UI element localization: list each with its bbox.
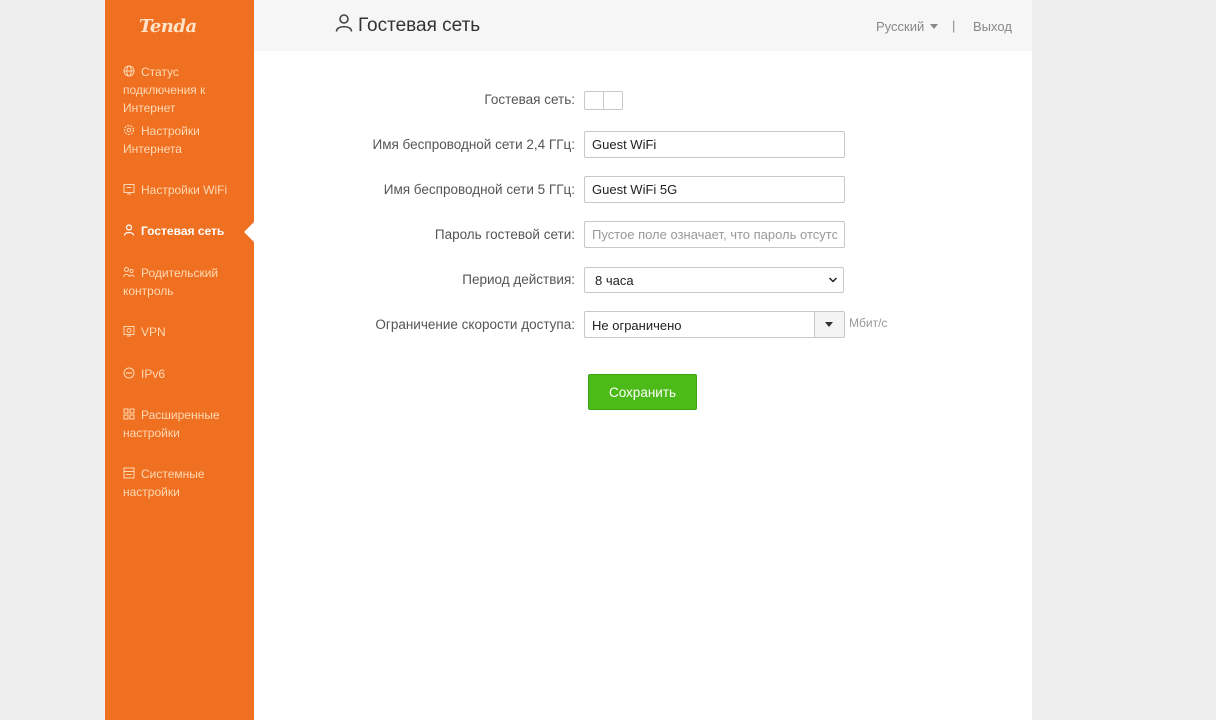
grid-icon	[123, 408, 135, 420]
ssid-5-input[interactable]	[584, 176, 845, 203]
page-title: Гостевая сеть	[334, 13, 480, 37]
parental-icon	[123, 266, 135, 278]
speed-unit: Мбит/с	[849, 316, 888, 330]
sidebar: Tenda Статус подключения к Интернет Наст…	[105, 0, 254, 720]
sidebar-item-label: Настройки WiFi	[141, 183, 228, 197]
password-label: Пароль гостевой сети:	[434, 227, 575, 242]
page-header: Гостевая сеть Русский | Выход	[254, 0, 1032, 51]
sidebar-item-label: Расширенные настройки	[123, 408, 220, 440]
settings-icon	[123, 124, 135, 136]
guest-password-input[interactable]	[584, 221, 845, 248]
ssid-5-label: Имя беспроводной сети 5 ГГц:	[383, 182, 575, 197]
sidebar-item-system[interactable]: Системные настройки	[123, 465, 249, 501]
sidebar-item-internet-status[interactable]: Статус подключения к Интернет	[123, 63, 249, 117]
period-label: Период действия:	[462, 272, 575, 287]
chevron-down-icon	[828, 277, 838, 283]
logout-link[interactable]: Выход	[973, 19, 1012, 34]
sidebar-item-label: Статус подключения к Интернет	[123, 65, 206, 115]
speed-limit-dropdown-button[interactable]	[814, 312, 844, 337]
speed-limit-combo[interactable]: Не ограничено	[584, 311, 845, 338]
language-selector[interactable]: Русский	[876, 19, 939, 34]
speed-limit-value: Не ограничено	[592, 318, 682, 333]
save-button[interactable]: Сохранить	[588, 374, 697, 410]
ssid-24-label: Имя беспроводной сети 2,4 ГГц:	[372, 137, 575, 152]
sidebar-item-label: VPN	[141, 325, 166, 339]
sidebar-item-label: Системные настройки	[123, 467, 205, 499]
globe-icon	[123, 65, 135, 77]
sidebar-item-parental-control[interactable]: Родительский контроль	[123, 264, 249, 300]
period-value: 8 часа	[595, 273, 634, 288]
ssid-24-input[interactable]	[584, 131, 845, 158]
toggle-knob	[603, 92, 604, 109]
guest-user-icon	[334, 13, 354, 33]
sidebar-item-label: IPv6	[141, 367, 166, 381]
sidebar-item-internet-settings[interactable]: Настройки Интернета	[123, 122, 249, 158]
ipv6-icon	[123, 367, 135, 379]
header-separator: |	[952, 18, 956, 33]
sidebar-item-advanced[interactable]: Расширенные настройки	[123, 406, 249, 442]
tenda-logo: Tenda	[139, 16, 197, 37]
system-icon	[123, 467, 135, 479]
guest-network-toggle[interactable]	[584, 91, 623, 110]
wifi-settings-icon	[123, 183, 135, 195]
active-item-pointer	[244, 222, 254, 242]
period-select[interactable]: 8 часа	[584, 267, 844, 293]
guest-user-icon	[123, 224, 135, 236]
speed-limit-label: Ограничение скорости доступа:	[375, 317, 575, 332]
sidebar-item-label: Гостевая сеть	[141, 224, 225, 238]
vpn-icon	[123, 325, 135, 337]
sidebar-item-label: Родительский контроль	[123, 266, 219, 298]
caret-down-icon	[930, 24, 939, 29]
sidebar-item-wifi-settings[interactable]: Настройки WiFi	[123, 181, 249, 199]
main-content: Гостевая сеть Русский | Выход Гостевая с…	[254, 0, 1032, 720]
caret-down-icon	[825, 322, 833, 327]
sidebar-item-vpn[interactable]: VPN	[123, 323, 249, 341]
guest-network-label: Гостевая сеть:	[484, 92, 575, 107]
sidebar-item-ipv6[interactable]: IPv6	[123, 365, 249, 383]
sidebar-item-guest-network[interactable]: Гостевая сеть	[123, 222, 249, 240]
